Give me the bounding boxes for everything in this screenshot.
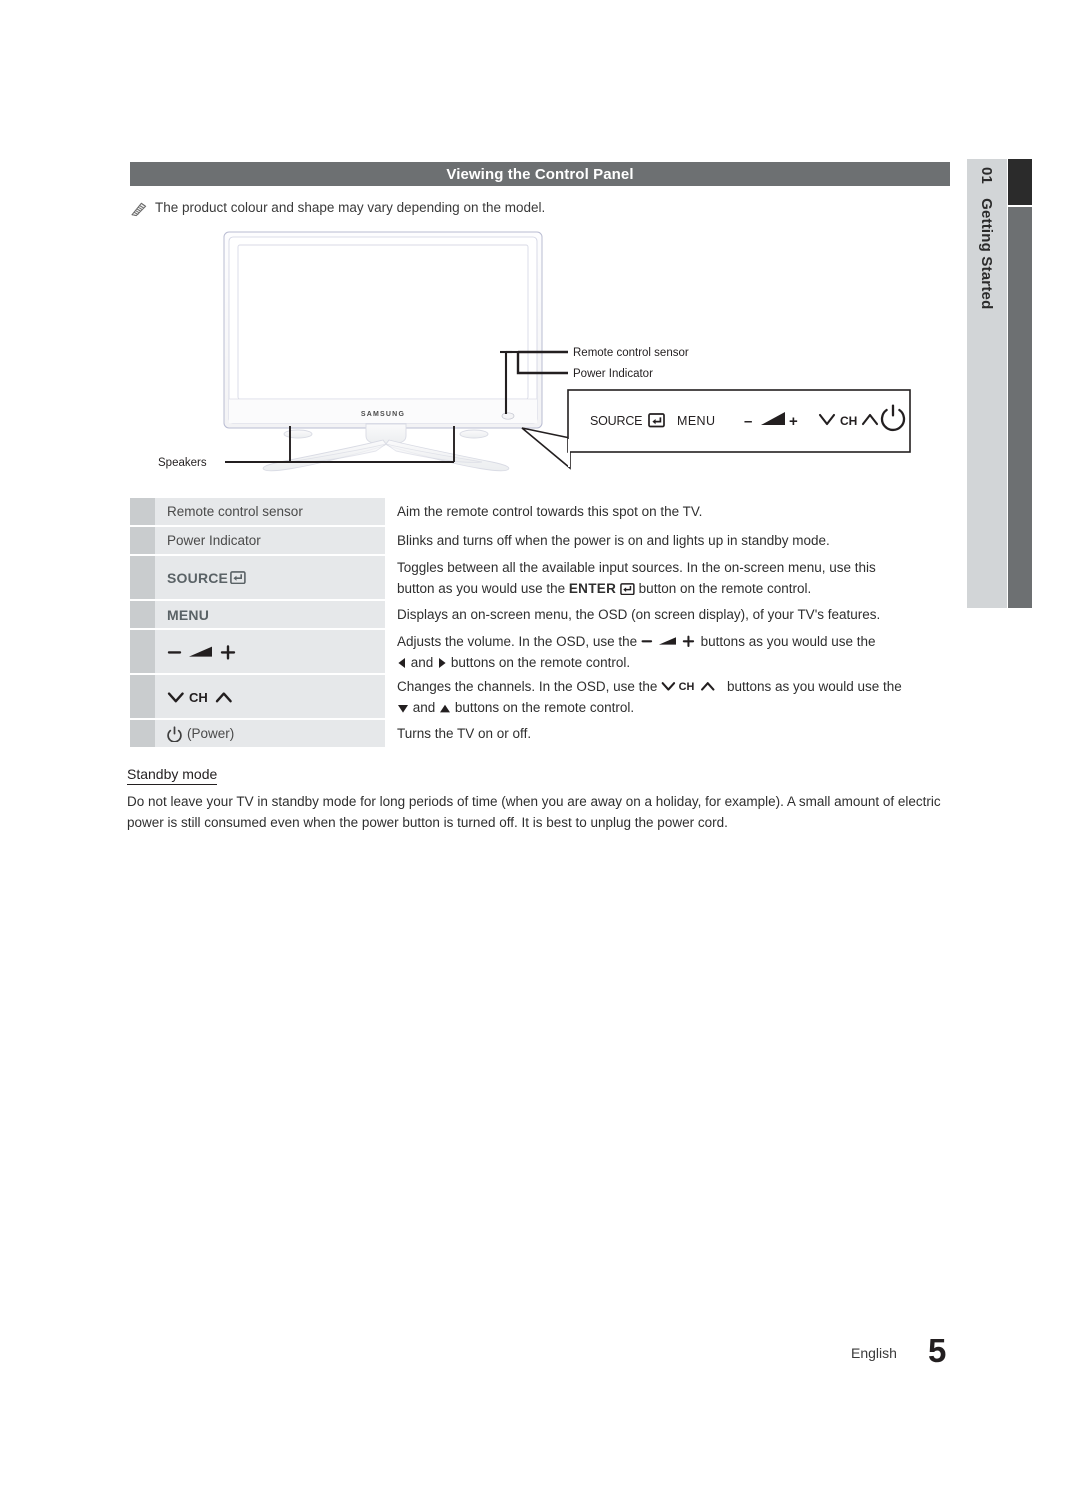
chapter-number: 01 [978, 167, 996, 185]
control-panel-figure: SAMSUNG Remote control sensor Power Indi… [130, 228, 950, 478]
chevron-down-icon [167, 691, 184, 702]
row-description-line: Aim the remote control towards this spot… [397, 504, 703, 519]
row-marker [130, 556, 155, 599]
row-description: Aim the remote control towards this spot… [385, 498, 955, 525]
row-description: Displays an on-screen menu, the OSD (on … [385, 601, 955, 628]
power-icon [167, 725, 182, 742]
chapter-side-tab-label: 01 Getting Started [967, 159, 1007, 608]
table-row: Remote control sensor Aim the remote con… [130, 498, 955, 525]
table-row: (Power) Turns the TV on or off. [130, 720, 955, 747]
panel-volume-minus: – [744, 413, 752, 430]
triangle-left-icon [398, 657, 405, 668]
svg-text:CH: CH [679, 681, 695, 693]
table-row: SOURCE Toggles between all the available… [130, 556, 955, 599]
row-marker [130, 601, 155, 628]
row-description: Blinks and turns off when the power is o… [385, 527, 955, 554]
chapter-title: Getting Started [978, 198, 996, 310]
row-key: CH [155, 675, 385, 718]
row-key: Remote control sensor [155, 498, 385, 525]
table-row: Adjusts the volume. In the OSD, use the … [130, 630, 955, 673]
row-description: Toggles between all the available input … [385, 556, 955, 599]
row-description-line: and buttons on the remote control. [397, 652, 955, 673]
callout-pointer [521, 427, 571, 470]
callout-power-indicator: Power Indicator [573, 368, 653, 380]
callout-speakers: Speakers [158, 457, 207, 469]
row-description-line: Changes the channels. In the OSD, use th… [397, 678, 902, 694]
chapter-side-tab: 01 Getting Started [967, 159, 1007, 608]
volume-control-icon [641, 635, 695, 647]
row-key [155, 630, 385, 673]
row-marker [130, 527, 155, 554]
row-key: SOURCE [155, 556, 385, 599]
triangle-right-icon [439, 657, 446, 668]
row-key: Power Indicator [155, 527, 385, 554]
standby-mode-paragraph: Do not leave your TV in standby mode for… [127, 794, 941, 830]
tv-body: SAMSUNG [223, 231, 543, 429]
triangle-up-icon [440, 704, 451, 712]
panel-ch-label: CH [840, 414, 857, 428]
callout-remote-control-sensor: Remote control sensor [573, 347, 689, 359]
channel-control-icon: CH [661, 681, 715, 693]
panel-volume-plus: + [789, 413, 798, 430]
side-block-dark [1008, 159, 1032, 205]
triangle-down-icon [398, 704, 408, 713]
control-panel-table: Remote control sensor Aim the remote con… [130, 498, 955, 749]
table-row: Power Indicator Blinks and turns off whe… [130, 527, 955, 554]
row-marker [130, 720, 155, 747]
note-text: The product colour and shape may vary de… [155, 200, 546, 215]
row-key-label: SOURCE [167, 569, 229, 586]
row-description-line: and buttons on the remote control. [397, 697, 955, 718]
enter-return-icon [230, 571, 246, 584]
document-page: 01 Getting Started Viewing the Control P… [0, 0, 1080, 1494]
footer-page-number: 5 [928, 1332, 947, 1369]
tv-diagram: SAMSUNG Remote control sensor Power Indi… [158, 231, 911, 472]
row-marker [130, 630, 155, 673]
row-marker [130, 675, 155, 718]
side-block-gray [1008, 207, 1032, 608]
tv-stand [262, 423, 510, 472]
standby-mode-heading: Standby mode [127, 766, 218, 785]
note-row: The product colour and shape may vary de… [130, 200, 950, 217]
page-title: Viewing the Control Panel [446, 165, 634, 183]
row-description-line: Toggles between all the available input … [397, 559, 876, 575]
footer-language: English [851, 1345, 897, 1361]
row-marker [130, 498, 155, 525]
section-header-bar: Viewing the Control Panel [130, 162, 950, 186]
table-row: CH Changes the channels. In the OSD, use… [130, 675, 955, 718]
row-description-line: Displays an on-screen menu, the OSD (on … [397, 607, 881, 622]
row-description-line: Adjusts the volume. In the OSD, use the … [397, 633, 876, 649]
row-key: (Power) [155, 720, 385, 747]
panel-source-label: SOURCE [590, 414, 642, 428]
row-description-line: button as you would use the ENTER button… [397, 580, 812, 596]
row-description: Adjusts the volume. In the OSD, use the … [385, 630, 955, 673]
row-description-line: Blinks and turns off when the power is o… [397, 533, 830, 548]
brand-label: SAMSUNG [361, 411, 405, 418]
chevron-up-icon [215, 691, 232, 702]
row-description: Changes the channels. In the OSD, use th… [385, 675, 955, 718]
row-description-line: Turns the TV on or off. [397, 726, 532, 741]
pencil-note-icon [131, 202, 147, 217]
channel-control-icon: CH [167, 690, 232, 705]
row-description: Turns the TV on or off. [385, 720, 955, 747]
volume-control-icon [167, 644, 236, 660]
control-panel-callout: SOURCE MENU – + CH [521, 389, 911, 470]
svg-text:CH: CH [189, 690, 208, 705]
enter-return-icon [620, 582, 635, 595]
volume-wedge-icon [189, 646, 212, 657]
table-row: MENU Displays an on-screen menu, the OSD… [130, 601, 955, 628]
panel-menu-label: MENU [677, 414, 715, 428]
row-key-label: (Power) [187, 726, 235, 741]
row-key: MENU [155, 601, 385, 628]
